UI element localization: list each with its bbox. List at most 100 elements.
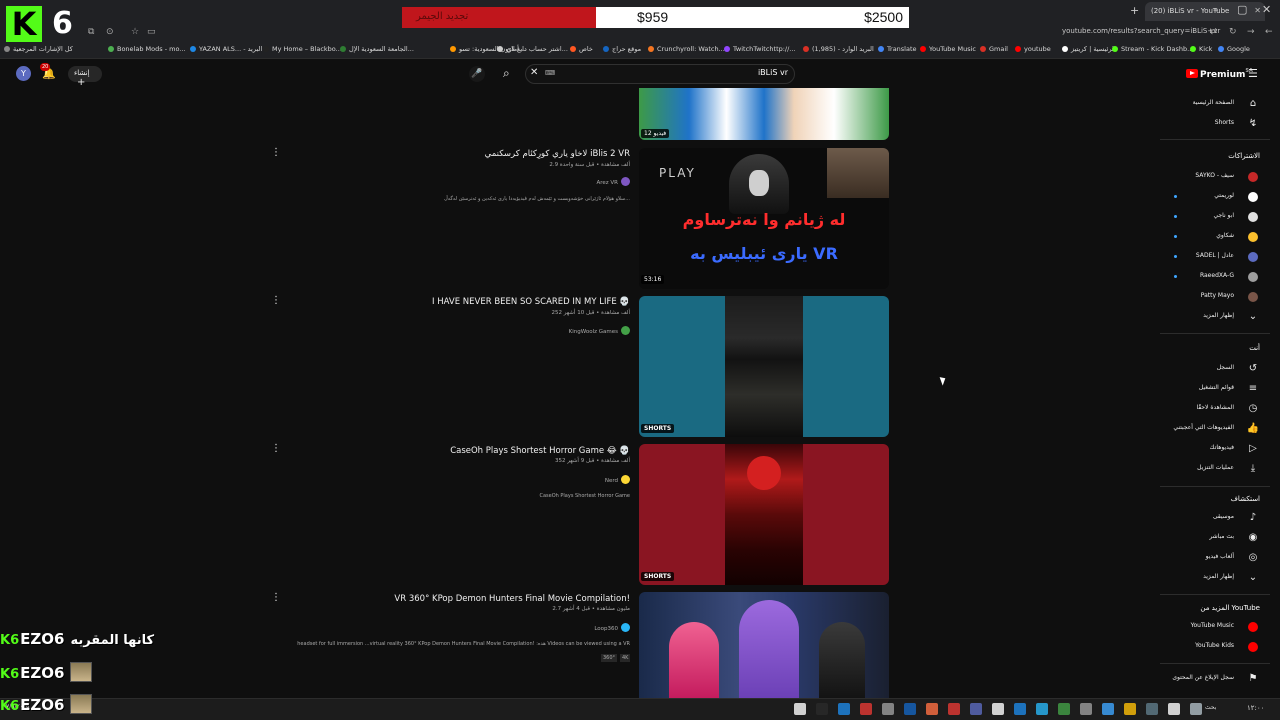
taskbar-app-icon[interactable] xyxy=(1146,703,1158,715)
more-options-icon[interactable]: ⋮ xyxy=(271,592,281,603)
tab-close-icon[interactable]: ✕ xyxy=(1254,6,1261,15)
video-thumbnail[interactable] xyxy=(639,88,889,140)
sidebar-item[interactable]: SADEL | عادل xyxy=(1160,250,1260,264)
reload-icon[interactable]: ↻ xyxy=(1229,27,1237,37)
taskbar-app-icon[interactable] xyxy=(794,703,806,715)
bookmark-item[interactable]: اشتر حساب دايغ لاي... xyxy=(497,45,568,53)
bookmark-item[interactable]: Stream - Kick Dashb... xyxy=(1112,45,1193,53)
taskbar-app-icon[interactable] xyxy=(816,703,828,715)
sidebar-item[interactable]: ابو ناجي xyxy=(1160,210,1260,224)
taskbar-app-icon[interactable] xyxy=(1102,703,1114,715)
taskbar-app-icon[interactable] xyxy=(926,703,938,715)
sidebar-item[interactable]: SAYKO - سيف xyxy=(1160,170,1260,184)
sidebar-item[interactable]: إظهار المزيد ⌄ xyxy=(1160,310,1260,324)
taskbar-app-icon[interactable] xyxy=(970,703,982,715)
keyboard-icon[interactable]: ⌨ xyxy=(545,69,555,77)
more-options-icon[interactable]: ⋮ xyxy=(271,147,281,158)
channel-name[interactable]: Arez VR xyxy=(596,177,630,186)
bookmark-item[interactable]: Gmail xyxy=(980,45,1008,53)
bookmark-item[interactable]: Kick xyxy=(1190,45,1212,53)
forward-icon[interactable]: → xyxy=(1247,27,1255,37)
new-tab-button[interactable]: + xyxy=(1130,4,1139,17)
channel-name[interactable]: Nerd xyxy=(605,475,630,484)
url-text[interactable]: youtube.com/results?search_query=iBLiS+v… xyxy=(1062,27,1220,35)
taskbar-search[interactable]: بحث xyxy=(1205,704,1216,711)
sidebar-item[interactable]: السجل ↺ xyxy=(1160,362,1260,376)
bookmark-item[interactable]: خاص xyxy=(570,45,593,53)
share-icon[interactable]: ▭ xyxy=(147,27,156,37)
video-title[interactable]: VR 360° KPop Demon Hunters Final Movie C… xyxy=(394,594,630,604)
sidebar-item[interactable]: موسيقى ♪ xyxy=(1160,511,1260,525)
sidebar-item[interactable]: سجل الإبلاغ عن المحتوى ⚑ xyxy=(1160,672,1260,686)
video-title[interactable]: CaseOh Plays Shortest Horror Game 😂 💀 xyxy=(450,446,630,456)
more-from-youtube-header[interactable]: المزيد من YouTube xyxy=(1200,604,1260,612)
sidebar-item[interactable]: قوائم التشغيل ≡ xyxy=(1160,382,1260,396)
sidebar-item[interactable]: إظهار المزيد ⌄ xyxy=(1160,571,1260,585)
bookmark-item[interactable]: YAZAN ALS... - البريد xyxy=(190,45,262,53)
more-options-icon[interactable]: ⋮ xyxy=(271,295,281,306)
extension-icon[interactable]: ⊙ xyxy=(106,27,114,37)
sidebar-item[interactable]: YouTube Kids xyxy=(1160,640,1260,654)
bookmark-item[interactable]: Google xyxy=(1218,45,1250,53)
sidebar-item[interactable]: المشاهدة لاحقًا ◷ xyxy=(1160,402,1260,416)
minimize-icon[interactable]: – xyxy=(1213,3,1219,16)
back-icon[interactable]: ← xyxy=(1265,27,1273,37)
taskbar-app-icon[interactable] xyxy=(860,703,872,715)
explore-header[interactable]: استكشاف xyxy=(1231,495,1260,503)
bookmark-item[interactable]: My Home – Blackbo... xyxy=(263,45,342,53)
sidebar-item[interactable]: عمليات التنزيل ⤓ xyxy=(1160,462,1260,476)
channel-name[interactable]: KingWoolz Games xyxy=(569,326,630,335)
search-icon[interactable]: ⌕ xyxy=(503,66,510,81)
taskbar-app-icon[interactable] xyxy=(948,703,960,715)
bookmark-item[interactable]: الرئيسية | كريتيز xyxy=(1062,45,1116,53)
sidebar-item[interactable]: شكاوي xyxy=(1160,230,1260,244)
taskbar-app-icon[interactable] xyxy=(1124,703,1136,715)
taskbar-app-icon[interactable] xyxy=(1058,703,1070,715)
more-options-icon[interactable]: ⋮ xyxy=(271,443,281,454)
video-thumbnail[interactable] xyxy=(639,444,889,585)
youtube-premium-logo[interactable]: PremiumSA xyxy=(1186,68,1253,80)
window-close-icon[interactable]: ✕ xyxy=(1262,3,1271,16)
extension-icon[interactable]: ⧉ xyxy=(88,27,94,37)
sidebar-item[interactable]: RaeedXA-G xyxy=(1160,270,1260,284)
taskbar-app-icon[interactable] xyxy=(882,703,894,715)
video-title[interactable]: لاخاو ياري كورِكئام كرسكنمي iBlis 2 VR xyxy=(485,149,630,159)
bookmark-item[interactable]: موقع حراج xyxy=(603,45,641,53)
translate-icon[interactable]: ⇄ xyxy=(1210,27,1218,37)
bookmark-item[interactable]: Bonelab Mods - mo... xyxy=(108,45,186,53)
video-thumbnail[interactable]: PLAY لە ژیانم وا نەترساوم یاری ئیبلیس بە… xyxy=(639,148,889,289)
taskbar-app-icon[interactable] xyxy=(1190,703,1202,715)
sidebar-item[interactable]: الفيديوهات التي أعجبتني 👍 xyxy=(1160,422,1260,436)
sidebar-item[interactable]: Patty Mayo xyxy=(1160,290,1260,304)
bookmark-item[interactable]: YouTube Music xyxy=(920,45,976,53)
taskbar-app-icon[interactable] xyxy=(1014,703,1026,715)
sidebar-item[interactable]: YouTube Music xyxy=(1160,620,1260,634)
sidebar-item[interactable]: بث مباشر ◉ xyxy=(1160,531,1260,545)
taskbar-app-icon[interactable] xyxy=(1036,703,1048,715)
sidebar-item[interactable]: لوريمتي xyxy=(1160,190,1260,204)
sidebar-item[interactable]: Shorts ↯ xyxy=(1160,117,1260,131)
taskbar-app-icon[interactable] xyxy=(838,703,850,715)
taskbar-app-icon[interactable] xyxy=(992,703,1004,715)
bookmark-star-icon[interactable]: ☆ xyxy=(131,27,139,37)
video-title[interactable]: I HAVE NEVER BEEN SO SCARED IN MY LIFE 💀 xyxy=(432,297,630,307)
sidebar-item[interactable]: الصفحة الرئيسية ⌂ xyxy=(1160,97,1260,111)
maximize-icon[interactable]: ▢ xyxy=(1237,3,1247,16)
bookmark-item[interactable]: Translate xyxy=(878,45,917,53)
search-query[interactable]: iBLiS vr xyxy=(700,68,788,77)
sidebar-item[interactable]: فيديوهاتك ▷ xyxy=(1160,442,1260,456)
taskbar-app-icon[interactable] xyxy=(1080,703,1092,715)
bookmark-item[interactable]: TwitchTwitchttp://... xyxy=(724,45,796,53)
video-thumbnail[interactable] xyxy=(639,296,889,437)
bookmark-item[interactable]: كل الإشارات المرجعية xyxy=(4,45,73,53)
bookmark-item[interactable]: الجامعة السعودية الإل... xyxy=(340,45,414,53)
subscriptions-header[interactable]: الاشتراكات xyxy=(1228,152,1260,160)
video-thumbnail[interactable] xyxy=(639,592,889,702)
menu-icon[interactable]: ☰ xyxy=(1248,67,1258,80)
you-header[interactable]: أنت xyxy=(1249,344,1260,352)
create-button[interactable]: إنشاء + xyxy=(68,66,102,88)
sidebar-item[interactable]: ألعاب فيديو ◎ xyxy=(1160,551,1260,565)
bookmark-item[interactable]: Crunchyroll: Watch... xyxy=(648,45,725,53)
microphone-icon[interactable]: 🎤 xyxy=(469,66,485,82)
channel-name[interactable]: Loop360 xyxy=(594,623,630,632)
